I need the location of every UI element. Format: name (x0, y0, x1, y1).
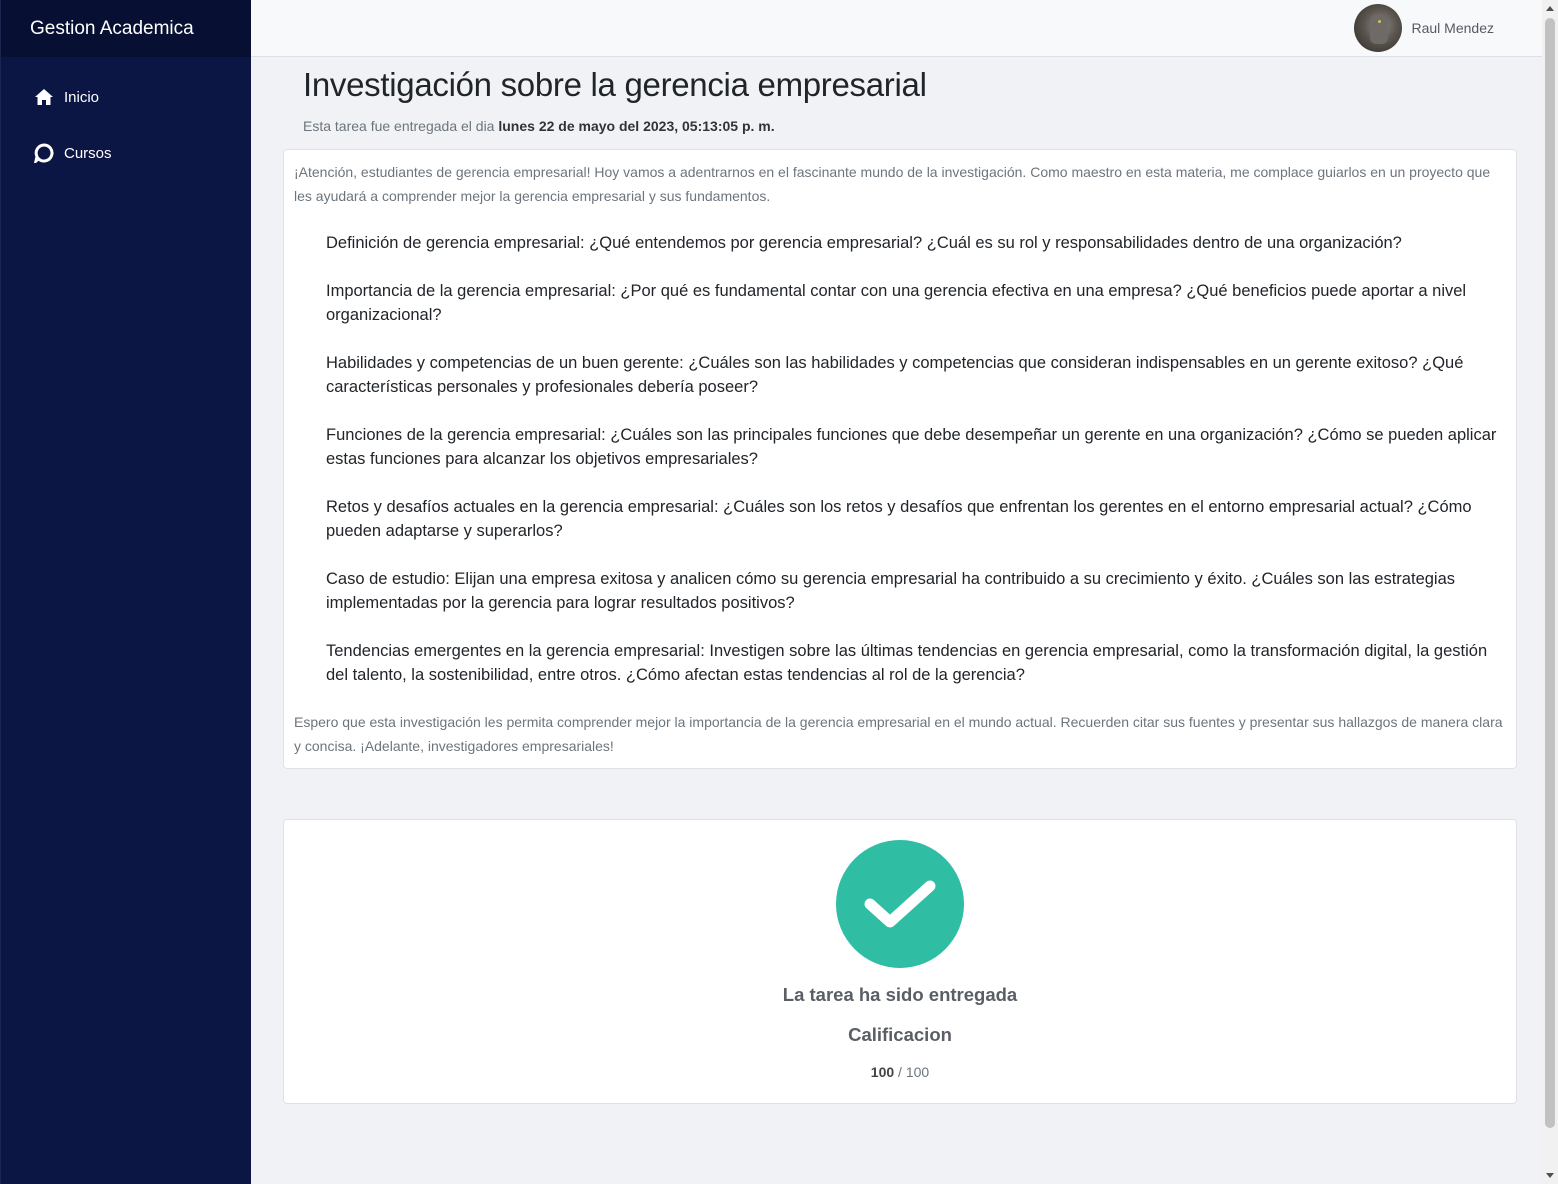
grade-max: 100 (905, 1064, 930, 1080)
description-intro: ¡Atención, estudiantes de gerencia empre… (294, 164, 1491, 204)
home-icon (33, 86, 55, 108)
grade-label: Calificacion (848, 1024, 952, 1045)
list-item: Tendencias emergentes en la gerencia emp… (326, 642, 1488, 684)
submission-info: Esta tarea fue entregada el dia lunes 22… (303, 118, 775, 134)
assignment-description-card: ¡Atención, estudiantes de gerencia empre… (283, 149, 1517, 769)
avatar[interactable] (1353, 4, 1402, 52)
submission-prefix: Esta tarea fue entregada el dia (303, 118, 495, 134)
sidebar-item-inicio[interactable]: Inicio (1, 75, 251, 119)
submission-status-card: La tarea ha sido entregada Calificacion … (283, 819, 1517, 1104)
list-item: Habilidades y competencias de un buen ge… (326, 354, 1464, 396)
sidebar-item-label: Cursos (64, 144, 112, 162)
grade-value: 100 / 100 (284, 1064, 1516, 1080)
status-message: La tarea ha sido entregada (782, 984, 1018, 1005)
description-points: Definición de gerencia empresarial: ¿Qué… (326, 231, 1506, 687)
chat-bubble-icon (33, 142, 55, 164)
grade-separator: / (894, 1064, 906, 1080)
list-item: Funciones de la gerencia empresarial: ¿C… (326, 426, 1497, 468)
scroll-up-arrow-icon[interactable] (1546, 6, 1554, 11)
brand-title[interactable]: Gestion Academica (1, 0, 251, 57)
list-item: Importancia de la gerencia empresarial: … (326, 282, 1467, 324)
user-name: Raul Mendez (1411, 20, 1495, 36)
list-item: Retos y desafíos actuales en la gerencia… (326, 498, 1472, 540)
sidebar-item-label: Inicio (64, 88, 100, 106)
top-bar: Raul Mendez (251, 0, 1542, 57)
list-item: Caso de estudio: Elijan una empresa exit… (326, 570, 1456, 612)
description-outro: Espero que esta investigación les permit… (294, 714, 1503, 754)
page-title: Investigación sobre la gerencia empresar… (303, 66, 927, 103)
avatar-image (1369, 14, 1388, 44)
avatar-eye (1377, 20, 1381, 23)
page-scrollbar[interactable] (1542, 0, 1558, 1184)
user-menu[interactable]: Raul Mendez (1353, 4, 1495, 52)
sidebar-nav: Inicio Cursos (1, 57, 251, 175)
check-circle-icon (836, 840, 964, 968)
list-item: Definición de gerencia empresarial: ¿Qué… (326, 234, 1402, 252)
submission-date: lunes 22 de mayo del 2023, 05:13:05 p. m… (498, 118, 775, 134)
sidebar: Gestion Academica Inicio Cursos (0, 0, 251, 1184)
sidebar-item-cursos[interactable]: Cursos (1, 131, 251, 175)
scroll-thumb[interactable] (1545, 18, 1555, 1128)
grade-score: 100 (870, 1064, 895, 1080)
scroll-down-arrow-icon[interactable] (1546, 1173, 1554, 1178)
